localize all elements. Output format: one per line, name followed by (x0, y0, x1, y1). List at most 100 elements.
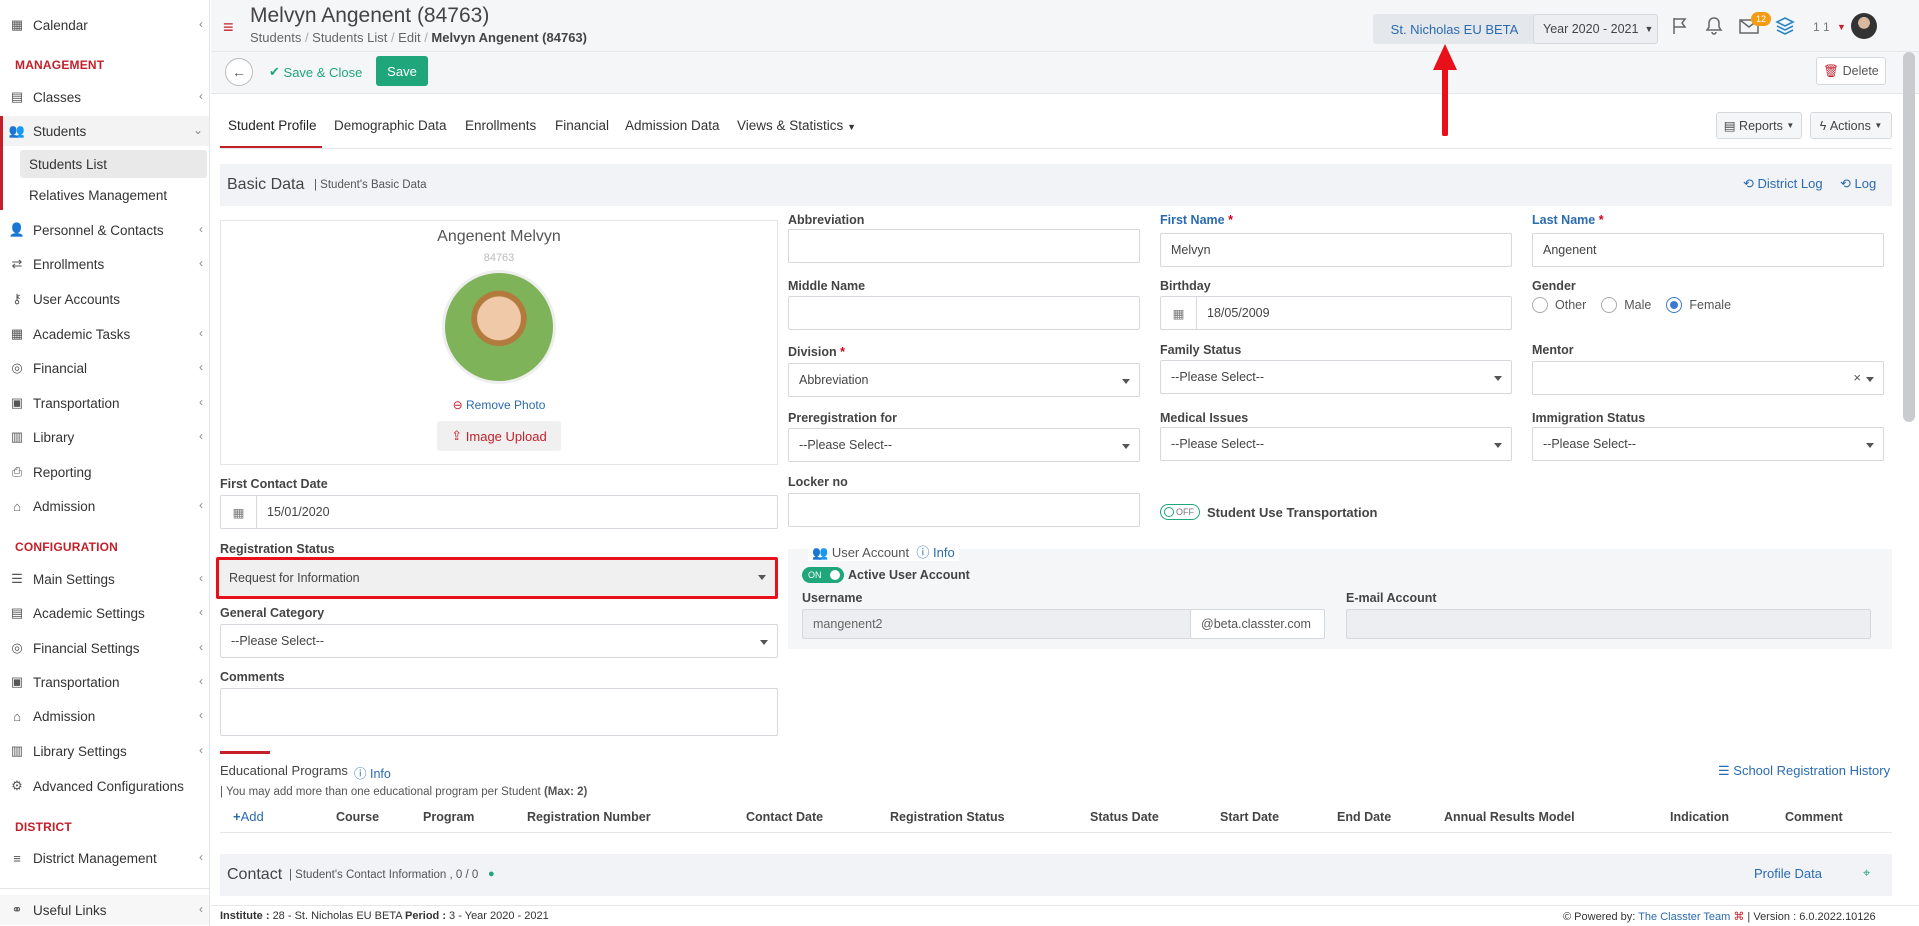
sidebar-item-financial-settings[interactable]: ◎ Financial Settings ‹ (0, 633, 209, 663)
first-contact-field[interactable]: ▦ 15/01/2020 (220, 495, 778, 529)
immigration-select[interactable]: --Please Select-- (1532, 427, 1884, 461)
breadcrumb-edit[interactable]: Edit (398, 30, 420, 45)
registration-status-select[interactable]: Request for Information (216, 557, 778, 599)
medical-issues-select[interactable]: --Please Select-- (1160, 427, 1512, 461)
sidebar-item-transportation-settings[interactable]: ▣ Transportation ‹ (0, 667, 209, 697)
sidebar-item-library[interactable]: ▥ Library ‹ (0, 422, 209, 452)
email-account-input[interactable] (1346, 609, 1871, 639)
sidebar-item-admission[interactable]: ⌂ Admission ‹ (0, 491, 209, 521)
birthday-field[interactable]: ▦ 18/05/2009 (1160, 296, 1512, 330)
active-user-label: Active User Account (848, 568, 970, 582)
breadcrumb-students-list[interactable]: Students List (312, 30, 387, 45)
classter-team-link[interactable]: The Classter Team (1638, 911, 1730, 923)
first-contact-label: First Contact Date (220, 477, 328, 491)
back-button[interactable]: ← (225, 58, 253, 86)
tab-views-statistics[interactable]: Views & Statistics ▼ (737, 118, 856, 133)
tab-enrollments[interactable]: Enrollments (465, 118, 536, 133)
list-icon: ☰ (1718, 763, 1730, 778)
profile-data-link[interactable]: Profile Data (1754, 866, 1822, 881)
programs-info-link[interactable]: ⓘ Info (354, 763, 391, 782)
sidebar-item-students[interactable]: 👥 Students ⌄ (0, 116, 209, 146)
comments-label: Comments (220, 670, 285, 684)
basic-data-subtitle: | Student's Basic Data (314, 179, 427, 191)
username-input[interactable]: mangenent2 (802, 609, 1191, 639)
actions-button[interactable]: ϟ Actions ▼ (1810, 112, 1892, 139)
flag-icon[interactable] (1670, 16, 1690, 36)
first-name-input[interactable]: Melvyn (1160, 233, 1512, 267)
map-icon[interactable]: ⌖ (1863, 865, 1870, 881)
bell-icon[interactable] (1704, 16, 1724, 36)
save-button[interactable]: Save (376, 56, 428, 86)
save-close-button[interactable]: ✔ Save & Close (269, 58, 362, 86)
sidebar-item-financial[interactable]: ◎ Financial ‹ (0, 353, 209, 383)
institution-icon: ⌂ (13, 498, 21, 514)
chevron-left-icon: ‹ (199, 256, 203, 270)
page-scrollbar[interactable] (1903, 52, 1915, 422)
library-icon: ▥ (10, 429, 24, 444)
tab-demographic-data[interactable]: Demographic Data (334, 118, 447, 133)
user-count[interactable]: 1 1 (1813, 20, 1830, 34)
comments-textarea[interactable] (220, 688, 778, 736)
sidebar-item-district-management[interactable]: ≡ District Management ‹ (0, 843, 209, 873)
sidebar-item-user-accounts[interactable]: ⚷ User Accounts (0, 284, 209, 314)
col-status-date: Status Date (1090, 810, 1159, 824)
user-caret-icon[interactable]: ▼ (1837, 22, 1846, 32)
transport-toggle[interactable]: OFF (1160, 504, 1200, 520)
sidebar-item-classes[interactable]: ▤ Classes ‹ (0, 82, 209, 112)
map-marker-icon: ● (488, 868, 495, 880)
delete-button[interactable]: 🗑 Delete (1816, 57, 1886, 85)
sidebar-item-personnel[interactable]: 👤 Personnel & Contacts ‹ (0, 215, 209, 245)
sidebar-item-main-settings[interactable]: ☰ Main Settings ‹ (0, 564, 209, 594)
reports-button[interactable]: ▤ Reports ▼ (1716, 112, 1802, 139)
sidebar-item-library-settings[interactable]: ▥ Library Settings ‹ (0, 736, 209, 766)
chevron-left-icon: ‹ (199, 429, 203, 443)
sidebar-item-transportation[interactable]: ▣ Transportation ‹ (0, 388, 209, 418)
image-upload-button[interactable]: ⇪ Image Upload (437, 421, 561, 451)
abbreviation-input[interactable] (788, 229, 1140, 263)
sidebar-item-enrollments[interactable]: ⇄ Enrollments ‹ (0, 249, 209, 279)
hamburger-menu-icon[interactable]: ≡ (223, 18, 234, 36)
sidebar-item-advanced-configurations[interactable]: ⚙ Advanced Configurations (0, 771, 209, 801)
school-registration-history-link[interactable]: ☰ School Registration History (1718, 763, 1890, 779)
gender-other-radio[interactable] (1532, 297, 1548, 313)
tab-admission-data[interactable]: Admission Data (625, 118, 720, 133)
year-select[interactable]: Year 2020 - 2021 ▼ (1533, 14, 1658, 44)
gender-female-radio[interactable] (1666, 297, 1683, 313)
layers-icon[interactable] (1774, 15, 1796, 37)
sidebar-item-relatives-management[interactable]: Relatives Management (20, 181, 207, 209)
sidebar-item-calendar[interactable]: ▦ Calendar ‹ (0, 10, 209, 40)
family-status-select[interactable]: --Please Select-- (1160, 360, 1512, 394)
mentor-select[interactable]: × (1532, 361, 1884, 395)
trash-icon: 🗑 (1823, 63, 1840, 78)
general-category-select[interactable]: --Please Select-- (220, 624, 778, 658)
sidebar-item-students-list[interactable]: Students List (20, 150, 207, 178)
chevron-left-icon: ‹ (199, 850, 203, 864)
middle-name-input[interactable] (788, 296, 1140, 330)
registration-status-label: Registration Status (220, 542, 335, 556)
locker-input[interactable] (788, 493, 1140, 527)
district-log-link[interactable]: ⟲ District Log (1743, 176, 1823, 192)
sidebar-item-academic-settings[interactable]: ▤ Academic Settings ‹ (0, 598, 209, 628)
sidebar-item-useful-links[interactable]: ⚭ Useful Links ‹ (0, 895, 209, 925)
last-name-input[interactable]: Angenent (1532, 233, 1884, 267)
clear-icon[interactable]: × (1853, 370, 1861, 385)
user-account-info-link[interactable]: ⓘ Info (916, 545, 954, 560)
add-program-button[interactable]: +Add (233, 809, 264, 824)
sidebar-item-academic-tasks[interactable]: ▦ Academic Tasks ‹ (0, 319, 209, 349)
breadcrumb-students[interactable]: Students (250, 30, 301, 45)
preregistration-select[interactable]: --Please Select-- (788, 428, 1140, 462)
log-link[interactable]: ⟲ Log (1840, 176, 1876, 192)
contact-subtitle: | Student's Contact Information , 0 / 0 (289, 869, 479, 881)
avatar[interactable] (1851, 13, 1877, 39)
tab-financial[interactable]: Financial (555, 118, 609, 133)
footer: Institute : 28 - St. Nicholas EU BETA Pe… (211, 905, 1919, 926)
sidebar-item-reporting[interactable]: ⎙ Reporting (0, 457, 209, 487)
sidebar-item-admission-settings[interactable]: ⌂ Admission ‹ (0, 701, 209, 731)
remove-photo-link[interactable]: ⊖ Remove Photo (221, 398, 777, 412)
division-select[interactable]: Abbreviation (788, 363, 1140, 397)
tab-student-profile[interactable]: Student Profile (228, 118, 317, 133)
mail-badge: 12 (1751, 12, 1771, 26)
gender-male-radio[interactable] (1601, 297, 1618, 313)
active-user-toggle[interactable]: ON (802, 567, 844, 583)
copyright-icon: © (1563, 911, 1572, 923)
